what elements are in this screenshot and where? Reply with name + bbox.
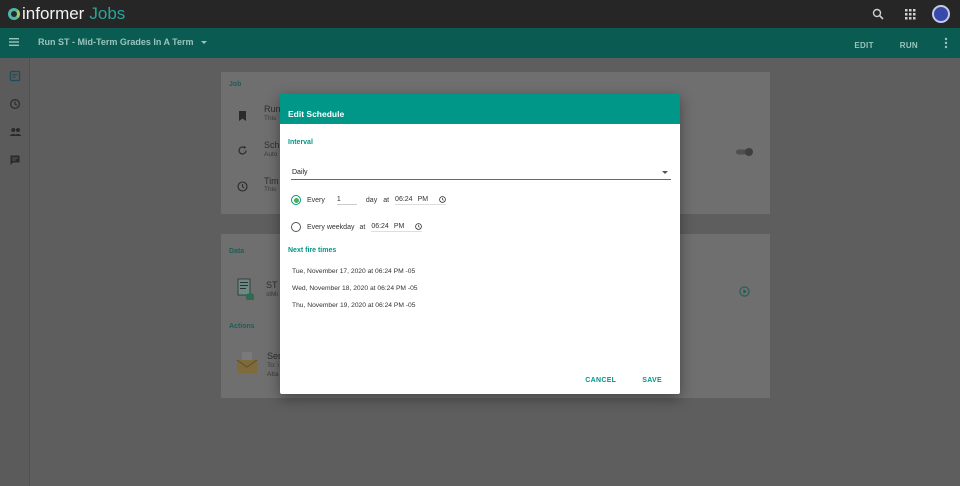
edit-button[interactable]: EDIT [854,41,873,50]
schedule-row-subtitle: Auto [264,151,278,158]
interval-label: Interval [288,139,313,146]
at-label: at [383,196,390,204]
schedule-toggle[interactable] [734,144,754,162]
fire-time-item: Tue, November 17, 2020 at 06:24 PM -05 [292,268,416,275]
weekday-at-label: at [359,223,366,231]
actions-section-label: Actions [229,323,255,330]
clock-icon[interactable] [439,195,446,203]
day-label: day [365,196,378,204]
report-title[interactable]: Run ST - Mid-Term Grades In A Term [38,37,208,47]
apps-grid-icon[interactable] [900,4,920,24]
dropdown-arrow-icon [662,171,668,174]
time-value: 06:24 [395,195,413,203]
every-weekday-radio[interactable] [291,222,301,232]
dialog-title: Edit Schedule [288,109,345,119]
every-days-input[interactable]: 1 [336,196,357,205]
job-row-subtitle: This [264,115,277,122]
edit-schedule-dialog: Edit Schedule Interval Daily Every 1 day… [280,94,680,394]
dataset-icon [237,278,255,305]
email-icon [236,350,258,379]
rail-job-icon[interactable] [0,62,30,90]
timezone-row-title: Tim [264,176,279,186]
save-button[interactable]: SAVE [642,377,662,384]
fire-time-item: Thu, November 19, 2020 at 06:24 PM -05 [292,302,416,309]
dataset-subtitle: stMi [266,291,278,298]
dialog-header: Edit Schedule [280,94,680,124]
action-recipient: To: \ [267,362,280,369]
action-attachment: Atta [267,371,279,378]
bookmark-icon [238,108,247,126]
job-row-title: Run [264,104,281,114]
page-header: Run ST - Mid-Term Grades In A Term EDIT … [0,28,960,58]
logo-subtitle: Jobs [89,4,126,23]
cancel-button[interactable]: CANCEL [585,377,616,384]
weekday-time-value: 06:24 [371,222,389,230]
time-ampm: PM [417,195,429,203]
clock-icon [237,179,248,197]
interval-value: Daily [292,169,308,176]
interval-select[interactable]: Daily [291,165,671,180]
more-vert-icon[interactable] [944,36,948,54]
user-avatar[interactable] [932,5,950,23]
search-icon[interactable] [868,4,888,24]
clock-icon[interactable] [415,222,423,230]
menu-icon[interactable] [8,35,20,53]
report-title-text: Run ST - Mid-Term Grades In A Term [38,37,194,47]
time-input[interactable]: 06:24 PM [395,195,447,205]
people-icon[interactable] [0,118,30,146]
weekday-time-input[interactable]: 06:24 PM [371,222,423,232]
refresh-icon [237,143,248,161]
side-rail [0,58,30,486]
app-logo[interactable]: informer Jobs [8,4,125,24]
timezone-row-subtitle: This [264,186,277,193]
weekday-label: Every weekday [307,223,355,231]
job-section-label: Job [229,81,242,88]
run-button[interactable]: RUN [900,41,918,50]
history-icon[interactable] [0,90,30,118]
play-circle-icon[interactable] [739,284,750,302]
schedule-row-title: Sch [264,140,280,150]
logo-text: informer [22,4,85,23]
fire-time-item: Wed, November 18, 2020 at 06:24 PM -05 [292,285,418,292]
comment-icon[interactable] [0,146,30,174]
next-fire-times-label: Next fire times [288,247,337,254]
every-weekday-option[interactable]: Every weekday at 06:24 PM [291,222,423,232]
data-section-label: Data [229,248,245,255]
every-label: Every [307,196,325,204]
every-n-days-option[interactable]: Every 1 day at 06:24 PM [291,195,447,205]
every-days-radio[interactable] [291,195,301,205]
weekday-time-ampm: PM [393,222,405,230]
app-bar: informer Jobs [0,0,960,28]
chevron-down-icon [201,41,208,45]
logo-icon [8,8,20,20]
